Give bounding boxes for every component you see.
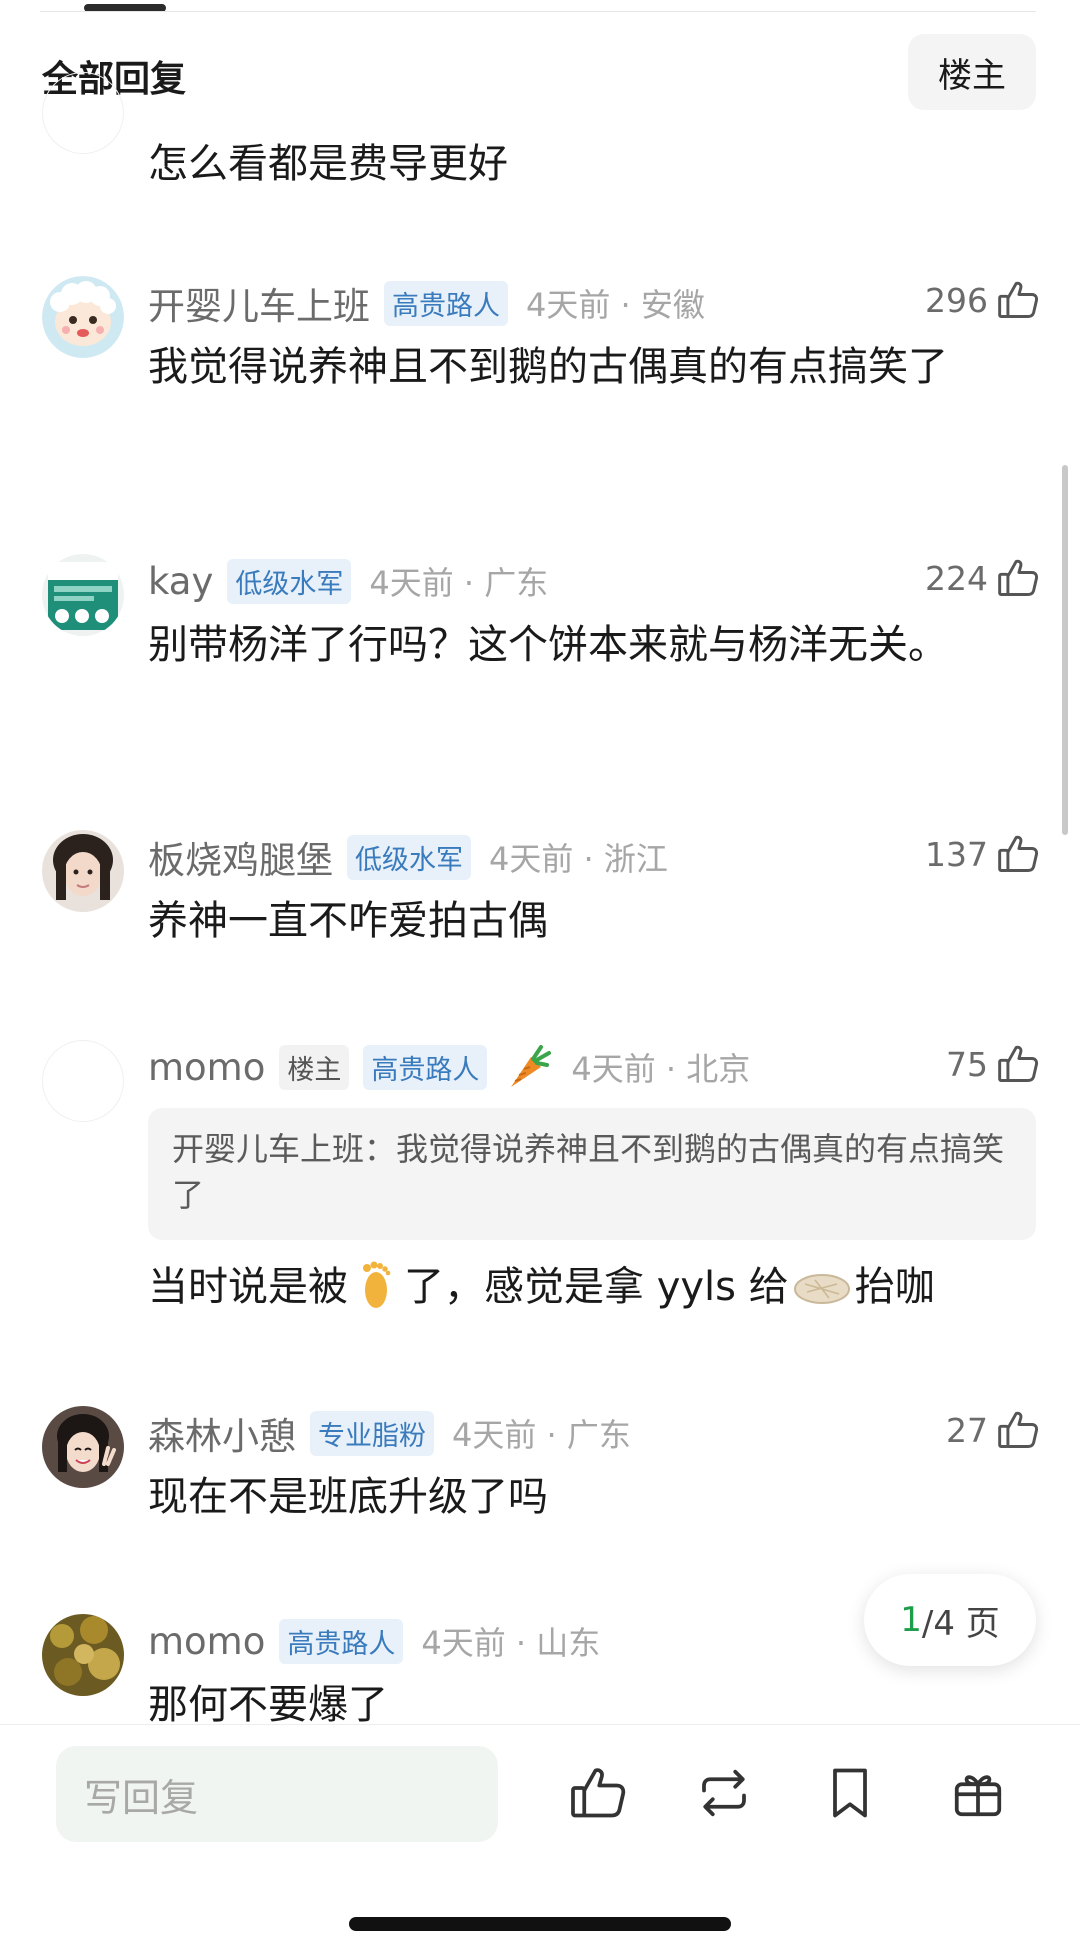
username[interactable]: 板烧鸡腿堡: [148, 830, 333, 884]
comment-meta: 开婴儿车上班 高贵路人 4天前 · 安徽: [148, 276, 705, 330]
comment-text-part: 当时说是被: [148, 1264, 348, 1310]
total-pages: /4 页: [921, 1603, 1000, 1644]
like-count: 224: [925, 558, 988, 598]
avatar[interactable]: [42, 830, 124, 912]
repost-icon[interactable]: [694, 1763, 754, 1823]
username[interactable]: momo: [148, 1620, 265, 1663]
username[interactable]: kay: [148, 560, 213, 603]
user-badge: 高贵路人: [363, 1044, 488, 1090]
comment-text: 我觉得说养神且不到鹅的古偶真的有点搞笑了: [148, 344, 948, 390]
like-button[interactable]: 75: [946, 1042, 1040, 1086]
comment-meta: 板烧鸡腿堡 低级水军 4天前 · 浙江: [148, 830, 668, 884]
like-button[interactable]: 27: [946, 1408, 1040, 1452]
username[interactable]: 森林小憩: [148, 1406, 296, 1460]
comment-meta: momo 楼主 高贵路人 4天前 · 北京: [148, 1040, 750, 1094]
user-badge: 低级水军: [347, 834, 471, 880]
op-badge: 楼主: [279, 1044, 350, 1090]
avatar[interactable]: [42, 1406, 124, 1488]
thumb-up-icon: [998, 1045, 1039, 1082]
current-page: 1: [900, 1600, 922, 1640]
gift-icon[interactable]: [948, 1763, 1008, 1823]
time-location: 4天前 · 山东: [421, 1624, 601, 1662]
thumb-up-icon: [998, 1411, 1039, 1448]
comment-meta: kay 低级水军 4天前 · 广东: [148, 554, 548, 608]
comment-meta: momo 高贵路人 4天前 · 山东: [148, 1614, 600, 1668]
thumb-up-icon: [998, 281, 1039, 318]
time-location: 4天前 · 浙江: [489, 840, 668, 878]
time-location: 4天前 · 北京: [571, 1050, 751, 1088]
comment-text: 那何不要爆了: [148, 1682, 388, 1724]
time-location: 4天前 · 安徽: [526, 286, 705, 324]
comment-meta: 森林小憩 专业脂粉 4天前 · 广东: [148, 1406, 631, 1460]
bookmark-icon[interactable]: [820, 1763, 880, 1823]
like-button[interactable]: 224: [925, 556, 1040, 600]
comment-text-part: 了，感觉是拿 yyls 给: [404, 1264, 789, 1310]
like-count: 296: [925, 280, 988, 320]
avatar[interactable]: [42, 1040, 124, 1122]
username[interactable]: 开婴儿车上班: [148, 276, 370, 330]
like-button[interactable]: 137: [925, 832, 1040, 876]
user-badge: 低级水军: [227, 558, 352, 604]
time-location: 4天前 · 广东: [452, 1416, 631, 1454]
reply-input[interactable]: 写回复: [56, 1746, 498, 1842]
like-count: 27: [946, 1410, 988, 1450]
like-button[interactable]: 296: [925, 278, 1040, 322]
comment-text: 养神一直不咋爱拍古偶: [148, 898, 548, 944]
user-badge: 专业脂粉: [310, 1410, 434, 1456]
carrot-icon: [511, 1045, 552, 1087]
comment-text-part: 抬咖: [854, 1264, 935, 1310]
avatar[interactable]: [42, 276, 124, 358]
avatar[interactable]: [42, 554, 124, 636]
avatar[interactable]: [42, 72, 124, 154]
page-indicator[interactable]: 1/4 页: [864, 1574, 1036, 1666]
comment-text: 现在不是班底升级了吗: [148, 1474, 548, 1520]
user-badge: 高贵路人: [279, 1618, 404, 1664]
pancake-icon: [793, 1274, 850, 1304]
bottom-action-bar: 写回复: [0, 1724, 1080, 1957]
thumb-up-icon[interactable]: [568, 1763, 628, 1823]
foot-icon: [363, 1261, 391, 1308]
filter-op-button[interactable]: 楼主: [908, 34, 1036, 110]
user-badge: 高贵路人: [384, 280, 508, 326]
quoted-comment[interactable]: 开婴儿车上班：我觉得说养神且不到鹅的古偶真的有点搞笑了: [148, 1108, 1036, 1240]
avatar[interactable]: [42, 1614, 124, 1696]
username[interactable]: momo: [148, 1046, 265, 1089]
home-indicator: [349, 1917, 731, 1931]
top-divider: [40, 11, 1036, 12]
thumb-up-icon: [998, 835, 1039, 872]
thumb-up-icon: [998, 559, 1039, 596]
like-count: 137: [925, 834, 988, 874]
scrollbar[interactable]: [1062, 465, 1068, 835]
comment-text: 当时说是被 了，感觉是拿 yyls 给 抬咖: [148, 1254, 1010, 1320]
comment-text: 怎么看都是费导更好: [148, 141, 508, 187]
time-location: 4天前 · 广东: [369, 564, 549, 602]
like-count: 75: [946, 1044, 988, 1084]
comment-text: 别带杨洋了行吗？这个饼本来就与杨洋无关。: [148, 622, 948, 668]
